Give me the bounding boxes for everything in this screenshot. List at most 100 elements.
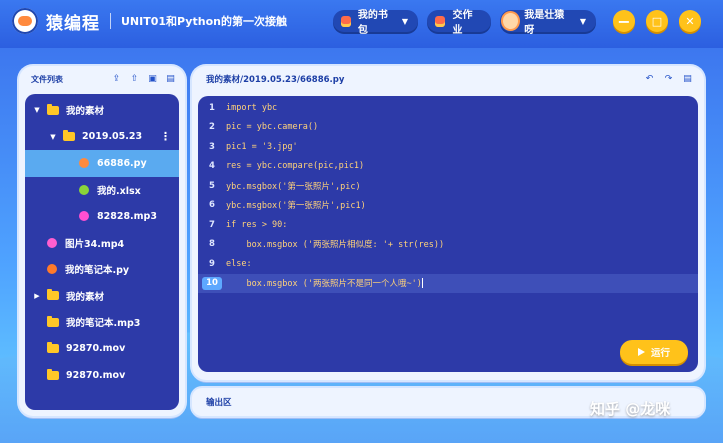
chevron-down-icon[interactable]: ▼ [33,106,41,114]
file-tree-item-label: 图片34.mp4 [65,238,125,250]
run-button[interactable]: 运行 [620,340,688,364]
file-tree-item-label: 我的笔记本.py [65,265,130,277]
line-number: 5 [209,180,215,191]
line-number: 1 [209,102,215,113]
line-number: 8 [209,239,215,250]
file-panel-title: 文件列表 [31,74,63,84]
bookbag-icon [341,15,351,27]
minimize-button[interactable]: − [613,10,635,32]
mp-file-icon [47,237,57,248]
user-menu[interactable]: 我是壮猿呀 ▼ [500,10,596,36]
file-tree-item[interactable]: ▶ 我的素材 [25,283,179,310]
code-line[interactable]: 6 ybc.msgbox('第一张照片',pic1) [198,196,698,216]
mp-file-icon [79,211,89,222]
line-number: 3 [209,141,215,152]
new-file-icon[interactable]: ▤ [166,74,175,84]
folder-icon [47,289,59,301]
code-text: box.msgbox ('两张照片不是同一个人哦~') [226,279,422,290]
upload-icon[interactable]: ⇧ [130,74,139,84]
watermark: 知乎 @龙咪 [590,400,671,418]
folder-icon [63,130,75,142]
line-number: 10 [202,276,222,290]
homework-icon [435,15,446,27]
monkey-logo-icon [12,8,38,34]
code-editor[interactable]: 1 import ybc 2 pic = ybc.camera() 3 pic1 = '3… [198,96,698,372]
file-path-breadcrumb: 我的素材/2019.05.23/66886.py [206,75,345,85]
file-tree-item[interactable]: 我的笔记本.mp3 [25,309,179,336]
code-line[interactable]: 4 res = ybc.compare(pic,pic1) [198,157,698,177]
play-icon [637,348,645,356]
run-label: 运行 [650,348,670,359]
file-tree-item[interactable]: 66886.py [25,150,179,177]
chevron-down-icon: ▼ [579,16,586,26]
py-file-icon [47,264,57,275]
share-icon[interactable]: ⇪ [112,74,121,84]
header-divider [110,13,111,29]
file-tree-item-label: 我的笔记本.mp3 [66,318,141,330]
maximize-button[interactable]: □ [646,10,668,32]
code-line[interactable]: 9 else: [198,254,698,274]
file-tree-item[interactable]: 92870.mov [25,362,179,389]
file-tree-item[interactable]: 82828.mp3 [25,203,179,230]
bookbag-dropdown[interactable]: 我的书包 ▼ [333,10,418,36]
xlsx-file-icon [79,184,89,195]
redo-icon[interactable]: ↷ [664,74,673,84]
chevron-down-icon[interactable]: ▼ [49,133,57,141]
maximize-icon: □ [651,14,663,28]
file-toolbar: ⇪ ⇧ ▣ ▤ [112,74,175,84]
code-line[interactable]: 2 pic = ybc.camera() [198,118,698,138]
code-line[interactable]: 8 box.msgbox ('两张照片相似度: '+ str(res)) [198,235,698,255]
line-number: 7 [209,219,215,230]
more-options-icon[interactable]: ⋮ [160,130,171,143]
file-tree-item-label: 我的素材 [66,291,105,303]
file-tree-item[interactable]: 我的笔记本.py [25,256,179,283]
text-cursor [421,278,423,289]
code-text: box.msgbox ('两张照片相似度: '+ str(res)) [226,240,445,251]
file-tree-item-label: 66886.py [97,157,147,169]
file-tree-item-label: 我的.xlsx [97,185,141,197]
save-icon[interactable]: ▤ [683,74,692,84]
file-tree-item-label: 我的素材 [66,106,105,118]
output-label: 输出区 [206,398,232,408]
code-text: pic = ybc.camera() [226,122,319,133]
code-text: pic1 = '3.jpg' [226,141,298,152]
undo-icon[interactable]: ↶ [645,74,654,84]
line-number: 6 [209,200,215,211]
code-line[interactable]: 1 import ybc [198,98,698,118]
close-button[interactable]: ✕ [679,10,701,32]
code-text: if res > 90: [226,219,288,230]
line-number: 4 [209,161,215,172]
avatar [503,13,519,29]
homework-label: 交作业 [452,10,473,36]
file-tree-item[interactable]: 92870.mov [25,336,179,363]
app-title: 猿编程 [46,13,100,34]
chevron-right-icon[interactable]: ▶ [33,292,41,300]
app-header: 猿编程 UNIT01和Python的第一次接触 我的书包 ▼ 交作业 我是壮猿呀… [0,0,723,42]
file-panel: 文件列表 ⇪ ⇧ ▣ ▤ ▼ 我的素材 ▼ 2019.05.23 ⋮ 66886.py 我的… [19,66,185,416]
code-line[interactable]: 3 pic1 = '3.jpg' [198,137,698,157]
code-line[interactable]: 10 box.msgbox ('两张照片不是同一个人哦~') [198,273,698,293]
submit-homework-button[interactable]: 交作业 [427,10,491,36]
code-text: else: [226,258,252,269]
code-line[interactable]: 5 ybc.msgbox('第一张照片',pic) [198,176,698,196]
lesson-title: UNIT01和Python的第一次接触 [121,15,287,28]
code-line[interactable]: 7 if res > 90: [198,215,698,235]
file-tree-item-label: 82828.mp3 [97,210,157,222]
file-tree-item-label: 92870.mov [66,369,126,381]
chevron-down-icon: ▼ [401,16,408,26]
new-folder-icon[interactable]: ▣ [148,74,157,84]
file-tree-item[interactable]: 图片34.mp4 [25,230,179,257]
editor-header: 我的素材/2019.05.23/66886.py ↶ ↷ ▤ [192,66,704,92]
folder-icon [47,103,59,115]
file-tree-item[interactable]: ▼ 我的素材 [25,97,179,124]
file-panel-header: 文件列表 ⇪ ⇧ ▣ ▤ [19,66,185,92]
minimize-icon: − [617,11,631,31]
app-logo: 猿编程 UNIT01和Python的第一次接触 [12,8,287,34]
file-tree: ▼ 我的素材 ▼ 2019.05.23 ⋮ 66886.py 我的.xlsx 82828.mp… [25,94,179,410]
code-text: ybc.msgbox('第一张照片',pic1) [226,201,366,212]
folder-icon [47,342,59,354]
file-tree-item[interactable]: 我的.xlsx [25,177,179,204]
line-number: 2 [209,122,215,133]
code-text: ybc.msgbox('第一张照片',pic) [226,181,361,192]
file-tree-item[interactable]: ▼ 2019.05.23 ⋮ [25,124,179,151]
